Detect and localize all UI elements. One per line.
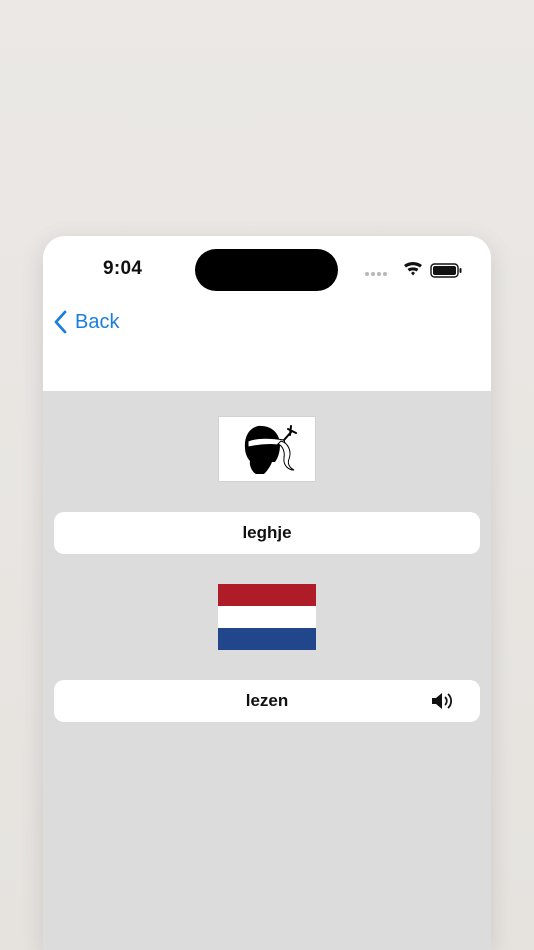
back-button[interactable]: Back — [53, 308, 119, 336]
status-time: 9:04 — [103, 258, 143, 279]
cellular-signal-icon — [365, 272, 387, 276]
word-card-dutch: lezen — [54, 680, 480, 722]
flag-stripe-blue — [218, 628, 316, 650]
navigation-header: 9:04 Back — [43, 236, 491, 391]
speaker-icon[interactable] — [430, 690, 456, 712]
dynamic-island — [195, 249, 338, 291]
flag-stripe-red — [218, 584, 316, 606]
corsican-word: leghje — [242, 523, 292, 542]
chevron-left-icon — [54, 310, 67, 334]
corsica-flag — [218, 416, 316, 482]
phone-screen: 9:04 Back leghje lezen — [43, 236, 491, 950]
back-label: Back — [75, 310, 120, 333]
status-icons — [365, 262, 462, 278]
moor-head-emblem — [244, 425, 297, 474]
battery-icon — [430, 263, 462, 278]
flag-stripe-white — [218, 606, 316, 628]
dutch-word: lezen — [245, 691, 289, 710]
word-card-corsican: leghje — [54, 512, 480, 554]
netherlands-flag — [218, 584, 316, 650]
wifi-icon — [404, 262, 422, 276]
